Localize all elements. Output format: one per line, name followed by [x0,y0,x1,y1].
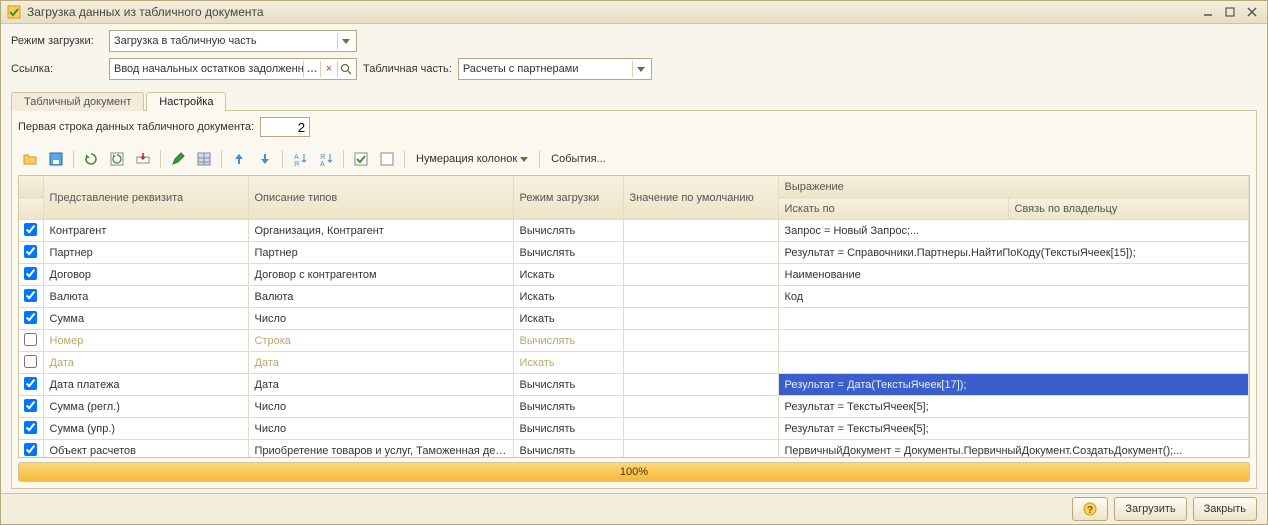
table-row[interactable]: ДоговорДоговор с контрагентомИскатьНаиме… [19,264,1249,286]
minimize-button[interactable] [1199,5,1217,19]
check-all-icon[interactable] [349,147,373,171]
table-row[interactable]: КонтрагентОрганизация, КонтрагентВычисля… [19,220,1249,242]
row-checkbox[interactable] [24,245,37,258]
table-row[interactable]: ДатаДатаИскать [19,352,1249,374]
row-checkbox[interactable] [24,399,37,412]
tab-settings[interactable]: Настройка [146,92,226,111]
titlebar: Загрузка данных из табличного документа [1,1,1267,24]
table-row[interactable]: НомерСтрокаВычислять [19,330,1249,352]
grid-icon[interactable] [192,147,216,171]
table-row[interactable]: СуммаЧислоИскать [19,308,1249,330]
row-checkbox[interactable] [24,267,37,280]
col-default[interactable]: Значение по умолчанию [623,176,778,220]
row-checkbox[interactable] [24,377,37,390]
help-button[interactable]: ? [1072,497,1108,521]
window-title: Загрузка данных из табличного документа [27,5,264,19]
svg-text:Я: Я [320,154,325,161]
numbering-dropdown[interactable]: Нумерация колонок [410,153,534,165]
tab-table-document[interactable]: Табличный документ [11,92,144,111]
folder-open-icon[interactable] [18,147,42,171]
row-checkbox[interactable] [24,223,37,236]
svg-text:Я: Я [294,161,299,167]
first-row-input[interactable] [260,117,310,137]
main-window: Загрузка данных из табличного документа … [0,0,1268,525]
app-icon [7,5,21,19]
settings-grid[interactable]: Представление реквизита Описание типов Р… [18,175,1250,458]
load-button[interactable]: Загрузить [1114,497,1186,521]
table-row[interactable]: Сумма (регл.)ЧислоВычислятьРезультат = Т… [19,396,1249,418]
row-checkbox[interactable] [24,355,37,368]
table-row[interactable]: Сумма (упр.)ЧислоВычислятьРезультат = Те… [19,418,1249,440]
refresh-columns-icon[interactable] [105,147,129,171]
col-mode[interactable]: Режим загрузки [513,176,623,220]
row-checkbox[interactable] [24,289,37,302]
row-checkbox[interactable] [24,421,37,434]
events-button[interactable]: События... [545,153,612,165]
footer: ? Загрузить Закрыть [1,493,1267,524]
col-expr[interactable]: Выражение [778,176,1249,198]
edit-icon[interactable] [166,147,190,171]
search-icon[interactable] [337,61,354,77]
save-icon[interactable] [44,147,68,171]
row-checkbox[interactable] [24,311,37,324]
svg-text:А: А [294,154,299,161]
insert-value-icon[interactable] [131,147,155,171]
maximize-button[interactable] [1221,5,1239,19]
col-types[interactable]: Описание типов [248,176,513,220]
ellipsis-icon[interactable]: … [303,61,320,77]
close-footer-button[interactable]: Закрыть [1193,497,1257,521]
toolbar: АЯ ЯА Нумерация колонок События... [18,147,1250,171]
link-label: Ссылка: [11,63,103,75]
tabpart-dropdown[interactable]: Расчеты с партнерами [458,58,652,80]
tabpart-label: Табличная часть: [363,63,452,75]
mode-dropdown[interactable]: Загрузка в табличную часть [109,30,357,52]
progress-bar: 100% [18,462,1250,482]
refresh-icon[interactable] [79,147,103,171]
row-checkbox[interactable] [24,443,37,456]
mode-label: Режим загрузки: [11,35,103,47]
row-checkbox[interactable] [24,333,37,346]
col-repr[interactable]: Представление реквизита [43,176,248,220]
svg-text:?: ? [1087,505,1093,516]
sort-desc-icon[interactable]: ЯА [314,147,338,171]
link-dropdown[interactable]: Ввод начальных остатков задолженно … × [109,58,357,80]
tab-panel-settings: Первая строка данных табличного документ… [11,111,1257,489]
clear-icon[interactable]: × [320,61,337,77]
sort-asc-icon[interactable]: АЯ [288,147,312,171]
chevron-down-icon[interactable] [337,33,354,49]
table-row[interactable]: ВалютаВалютаИскатьКод [19,286,1249,308]
arrow-up-icon[interactable] [227,147,251,171]
col-search[interactable]: Искать по [778,198,1008,220]
col-owner[interactable]: Связь по владельцу [1008,198,1249,220]
table-row[interactable]: Объект расчетовПриобретение товаров и ус… [19,440,1249,459]
uncheck-all-icon[interactable] [375,147,399,171]
first-row-label: Первая строка данных табличного документ… [18,121,254,133]
arrow-down-icon[interactable] [253,147,277,171]
table-row[interactable]: Дата платежаДатаВычислятьРезультат = Дат… [19,374,1249,396]
tabstrip: Табличный документ Настройка [11,88,1257,111]
table-row[interactable]: ПартнерПартнерВычислятьРезультат = Справ… [19,242,1249,264]
svg-text:А: А [320,161,325,167]
close-button[interactable] [1243,5,1261,19]
chevron-down-icon[interactable] [632,61,649,77]
